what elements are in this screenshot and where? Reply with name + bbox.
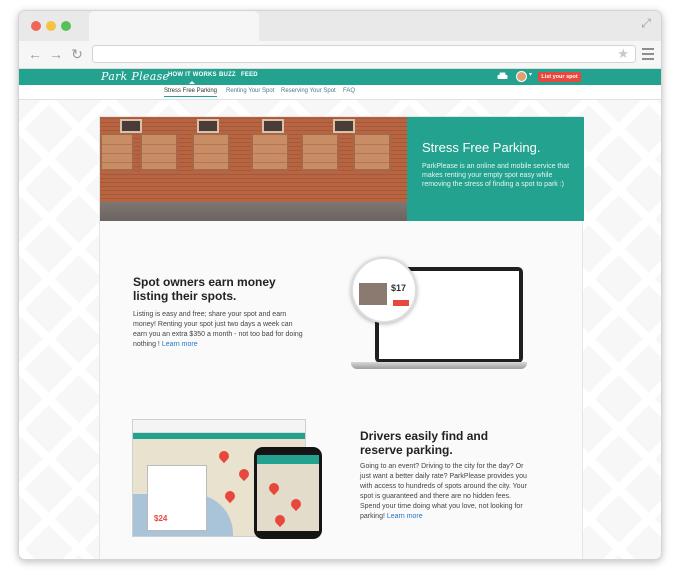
- chevron-down-icon[interactable]: ▾: [529, 71, 532, 78]
- tab-strip: ⤢: [19, 11, 661, 41]
- browser-toolbar: ← → ↻ ★: [19, 41, 661, 69]
- subnav-renting-your-spot[interactable]: Renting Your Spot: [226, 88, 274, 94]
- map-price: $24: [154, 514, 168, 523]
- map-popup: $24: [147, 465, 207, 531]
- page-content: Stress Free Parking. ParkPlease is an on…: [99, 116, 584, 559]
- nav-buzz[interactable]: BUZZ: [219, 72, 236, 78]
- magnifier-illustration: $17: [351, 257, 417, 323]
- reload-icon[interactable]: ↻: [69, 46, 85, 62]
- browser-tab[interactable]: [89, 11, 259, 41]
- maximize-window-button[interactable]: [61, 21, 71, 31]
- phone-illustration: [254, 447, 322, 539]
- site-logo[interactable]: Park Please: [101, 70, 169, 83]
- owners-heading: Spot owners earn money listing their spo…: [133, 275, 276, 303]
- drivers-heading: Drivers easily find and reserve parking.: [360, 429, 489, 457]
- back-icon[interactable]: ←: [27, 46, 43, 62]
- owners-body: Listing is easy and free; share your spo…: [133, 311, 303, 348]
- owners-learn-more-link[interactable]: Learn more: [162, 341, 198, 348]
- browser-window: ⤢ ← → ↻ ★ Park Please HOW IT WORKS BUZZ …: [18, 10, 662, 560]
- page-viewport: Park Please HOW IT WORKS BUZZ FEED ▾ Lis…: [19, 69, 661, 559]
- drivers-text: Going to an event? Driving to the city f…: [360, 462, 528, 522]
- nav-feed[interactable]: FEED: [241, 72, 258, 78]
- drivers-learn-more-link[interactable]: Learn more: [387, 513, 423, 520]
- hero-panel: Stress Free Parking. ParkPlease is an on…: [407, 117, 584, 221]
- nav-how-it-works[interactable]: HOW IT WORKS: [168, 72, 217, 84]
- hero-banner: Stress Free Parking. ParkPlease is an on…: [100, 117, 584, 221]
- drivers-body: Going to an event? Driving to the city f…: [360, 463, 527, 520]
- car-icon[interactable]: [497, 72, 508, 80]
- address-bar[interactable]: ★: [92, 45, 636, 63]
- close-window-button[interactable]: [31, 21, 41, 31]
- site-header: Park Please HOW IT WORKS BUZZ FEED ▾ Lis…: [19, 69, 661, 85]
- subnav-stress-free-parking[interactable]: Stress Free Parking: [164, 88, 218, 97]
- fullscreen-icon[interactable]: ⤢: [639, 16, 653, 30]
- forward-icon[interactable]: →: [48, 46, 64, 62]
- sub-navigation: Stress Free Parking Renting Your Spot Re…: [19, 85, 661, 100]
- owners-text: Listing is easy and free; share your spo…: [133, 310, 308, 350]
- user-avatar[interactable]: [516, 71, 527, 82]
- list-your-spot-button[interactable]: List your spot: [538, 72, 581, 82]
- subnav-faq[interactable]: FAQ: [343, 88, 355, 94]
- laptop-price: $17: [391, 283, 407, 293]
- hero-title: Stress Free Parking.: [422, 140, 541, 155]
- minimize-window-button[interactable]: [46, 21, 56, 31]
- subnav-reserving-your-spot[interactable]: Reserving Your Spot: [281, 88, 336, 94]
- garage-photo: [100, 117, 407, 221]
- bookmark-star-icon[interactable]: ★: [617, 47, 629, 61]
- browser-menu-icon[interactable]: [642, 48, 654, 63]
- hero-description: ParkPlease is an online and mobile servi…: [422, 163, 570, 188]
- laptop-illustration: $17: [351, 257, 527, 377]
